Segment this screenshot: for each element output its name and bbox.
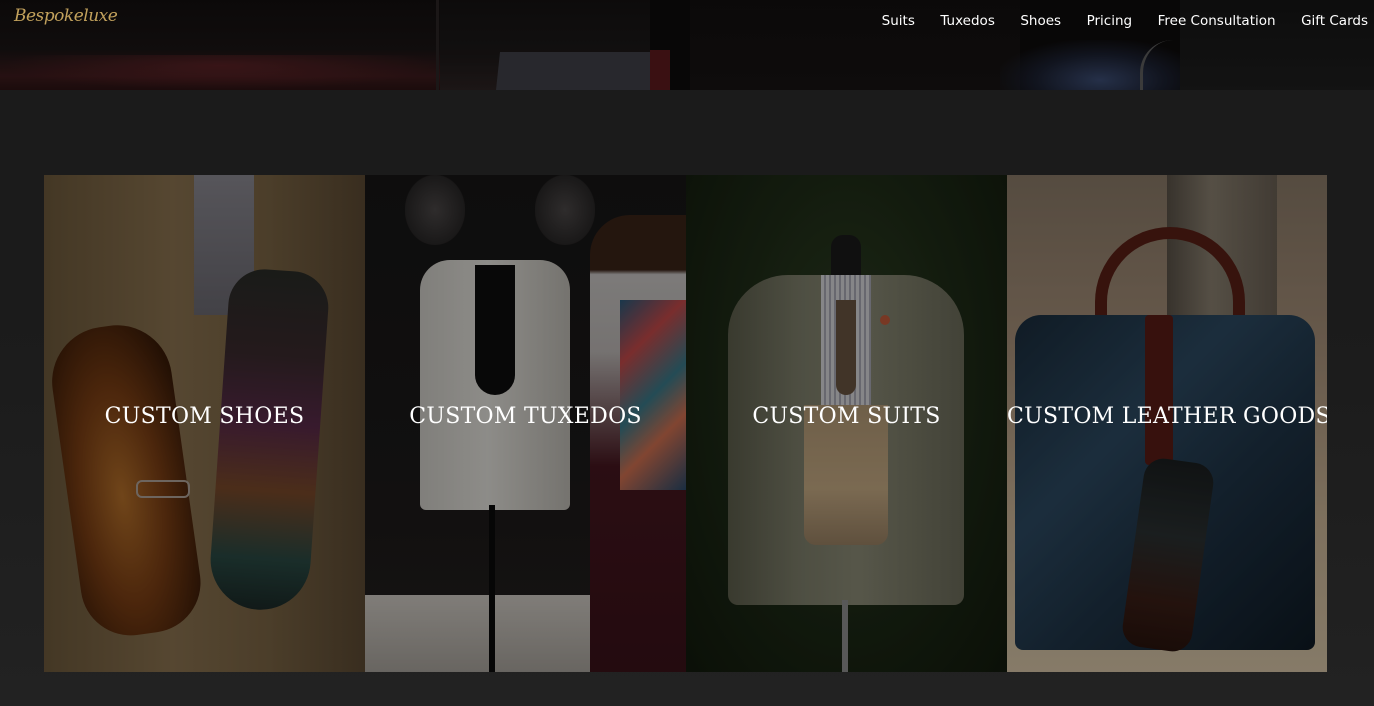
tile-label-custom-shoes: CUSTOM SHOES bbox=[104, 404, 305, 429]
tile-label-custom-tuxedos: CUSTOM TUXEDOS bbox=[409, 404, 642, 429]
main-nav: Suits Tuxedos Shoes Pricing Free Consult… bbox=[856, 11, 1368, 31]
tile-custom-suits[interactable]: CUSTOM SUITS bbox=[686, 175, 1007, 672]
tile-label-custom-suits: CUSTOM SUITS bbox=[752, 404, 941, 429]
nav-link-gift-cards[interactable]: Gift Cards bbox=[1301, 11, 1368, 31]
page: Bespokeluxe Suits Tuxedos Shoes Pricing … bbox=[0, 0, 1374, 706]
tile-custom-shoes[interactable]: CUSTOM SHOES bbox=[44, 175, 365, 672]
nav-link-pricing[interactable]: Pricing bbox=[1087, 11, 1133, 31]
tile-label-custom-leather-goods: CUSTOM LEATHER GOODS bbox=[1007, 404, 1327, 429]
nav-link-shoes[interactable]: Shoes bbox=[1020, 11, 1061, 31]
logo-text: Bespokeluxe bbox=[14, 6, 118, 26]
nav-link-tuxedos[interactable]: Tuxedos bbox=[940, 11, 995, 31]
category-tiles: CUSTOM SHOES CUSTOM TUXEDOS CUSTOM SUITS… bbox=[44, 175, 1327, 672]
tile-custom-tuxedos[interactable]: CUSTOM TUXEDOS bbox=[365, 175, 686, 672]
tile-custom-leather-goods[interactable]: CUSTOM LEATHER GOODS bbox=[1007, 175, 1327, 672]
nav-link-suits[interactable]: Suits bbox=[882, 11, 915, 31]
site-logo[interactable]: Bespokeluxe bbox=[14, 2, 118, 38]
nav-link-free-consultation[interactable]: Free Consultation bbox=[1158, 11, 1276, 31]
